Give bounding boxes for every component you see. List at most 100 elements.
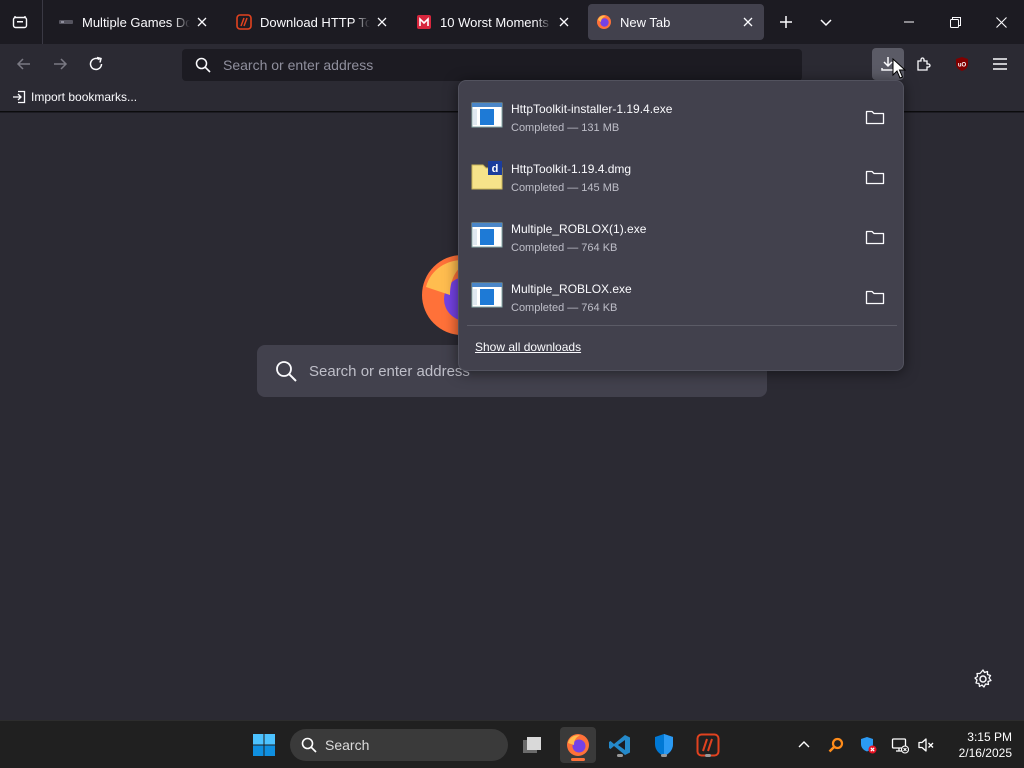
tray-security-warning[interactable] [858, 735, 878, 755]
window-restore-button[interactable] [932, 0, 978, 44]
taskbar-clock[interactable]: 3:15 PM 2/16/2025 [942, 729, 1012, 761]
firefox-icon [567, 734, 589, 756]
svg-text:d: d [492, 163, 499, 175]
firefox-favicon-icon [597, 15, 611, 29]
download-item[interactable]: HttpToolkit-installer-1.19.4.exe Complet… [459, 85, 905, 145]
folder-icon[interactable] [865, 229, 885, 245]
import-bookmarks-label: Import bookmarks... [31, 90, 138, 104]
download-item[interactable]: d HttpToolkit-1.19.4.dmg Completed — 145… [459, 145, 905, 205]
download-filename: HttpToolkit-1.19.4.dmg [511, 162, 632, 176]
tab-strip: Multiple Games Downloads Download HTTP T… [0, 0, 1024, 44]
window-close-button[interactable] [978, 0, 1024, 44]
taskbar-httptoolkit[interactable] [692, 729, 724, 761]
clock-date: 2/16/2025 [958, 746, 1012, 760]
folder-icon[interactable] [865, 109, 885, 125]
download-status: Completed — 145 MB [511, 182, 620, 194]
firefox-view-button[interactable] [6, 8, 34, 36]
download-item[interactable]: Multiple_ROBLOX.exe Completed — 764 KB [459, 265, 905, 325]
taskbar-firefox[interactable] [560, 727, 596, 763]
downloads-panel: HttpToolkit-installer-1.19.4.exe Complet… [458, 80, 904, 371]
close-icon [559, 17, 569, 27]
newtab-search-placeholder: Search or enter address [309, 362, 470, 380]
reload-icon [89, 56, 103, 71]
magnifier-orange-icon [828, 737, 844, 753]
hamburger-menu-icon [993, 58, 1007, 70]
dmg-file-icon: d [471, 161, 503, 190]
mouse-cursor-icon [892, 58, 906, 79]
import-icon [13, 90, 26, 104]
running-indicator [661, 754, 667, 757]
tab-new-tab[interactable]: New Tab [588, 4, 764, 40]
download-filename: HttpToolkit-installer-1.19.4.exe [511, 102, 673, 116]
tab-title: New Tab [620, 14, 671, 30]
taskbar-search-label: Search [325, 737, 370, 753]
tab-close-button[interactable] [194, 14, 210, 30]
address-bar-placeholder: Search or enter address [223, 57, 374, 73]
show-hidden-icons-button[interactable] [794, 735, 814, 755]
tray-network[interactable] [890, 735, 910, 755]
back-button[interactable] [8, 48, 40, 80]
download-status: Completed — 764 KB [511, 302, 618, 314]
ublock-origin-button[interactable]: uO [946, 48, 978, 80]
tab-title: Download HTTP Toolkit [260, 14, 370, 30]
windows-taskbar: Search 3:15 PM 2/16/2025 [0, 720, 1024, 768]
windows-logo-icon [253, 734, 275, 756]
folder-icon[interactable] [865, 169, 885, 185]
red-m-favicon-icon [417, 15, 431, 29]
games-favicon-icon [59, 20, 73, 24]
search-icon [195, 57, 211, 73]
download-item[interactable]: Multiple_ROBLOX(1).exe Completed — 764 K… [459, 205, 905, 265]
search-icon [276, 361, 297, 382]
close-icon [197, 17, 207, 27]
extensions-button[interactable] [908, 48, 940, 80]
tab-10-worst-moments[interactable]: 10 Worst Moments in B [408, 4, 580, 40]
task-view-button[interactable] [516, 729, 548, 761]
puzzle-piece-icon [917, 57, 931, 71]
downloads-separator [467, 325, 897, 326]
download-filename: Multiple_ROBLOX(1).exe [511, 222, 647, 236]
close-icon [995, 16, 1007, 28]
show-all-downloads-button[interactable]: Show all downloads [475, 340, 581, 354]
arrow-left-icon [16, 58, 30, 70]
exe-file-icon [471, 222, 503, 248]
tray-volume[interactable] [916, 735, 936, 755]
tab-divider [42, 0, 43, 44]
address-bar[interactable]: Search or enter address [182, 49, 802, 81]
tab-close-button[interactable] [740, 14, 756, 30]
close-icon [377, 17, 387, 27]
chevron-up-icon [798, 741, 810, 748]
navigation-toolbar: Search or enter address uO [0, 44, 1024, 84]
tab-http-toolkit[interactable]: Download HTTP Toolkit [228, 4, 398, 40]
forward-button[interactable] [44, 48, 76, 80]
folder-icon[interactable] [865, 289, 885, 305]
exe-file-icon [471, 282, 503, 308]
list-all-tabs-button[interactable] [812, 8, 840, 36]
reload-button[interactable] [80, 48, 112, 80]
plus-icon [780, 16, 792, 28]
tab-multiple-games[interactable]: Multiple Games Downloads [50, 4, 218, 40]
taskbar-defender[interactable] [648, 729, 680, 761]
tray-search-app[interactable] [826, 735, 846, 755]
import-bookmarks-button[interactable]: Import bookmarks... [12, 90, 137, 104]
taskbar-search-box[interactable]: Search [290, 729, 508, 761]
svg-text:uO: uO [958, 63, 967, 69]
speaker-muted-icon [918, 738, 934, 752]
tab-close-button[interactable] [556, 14, 572, 30]
active-indicator [571, 758, 585, 761]
taskbar-vscode[interactable] [604, 729, 636, 761]
start-button[interactable] [248, 729, 280, 761]
minimize-icon [904, 21, 914, 23]
exe-file-icon [471, 102, 503, 128]
newtab-settings-button[interactable] [972, 668, 994, 690]
window-minimize-button[interactable] [886, 0, 932, 44]
app-menu-button[interactable] [984, 48, 1016, 80]
new-tab-button[interactable] [772, 8, 800, 36]
search-icon [301, 737, 317, 753]
shield-warning-icon [861, 737, 877, 754]
download-filename: Multiple_ROBLOX.exe [511, 282, 632, 296]
firefox-view-icon [12, 16, 28, 29]
ublock-origin-icon: uO [956, 57, 968, 71]
httptoolkit-favicon-icon [236, 14, 252, 30]
tab-close-button[interactable] [374, 14, 390, 30]
clock-time: 3:15 PM [967, 730, 1012, 744]
